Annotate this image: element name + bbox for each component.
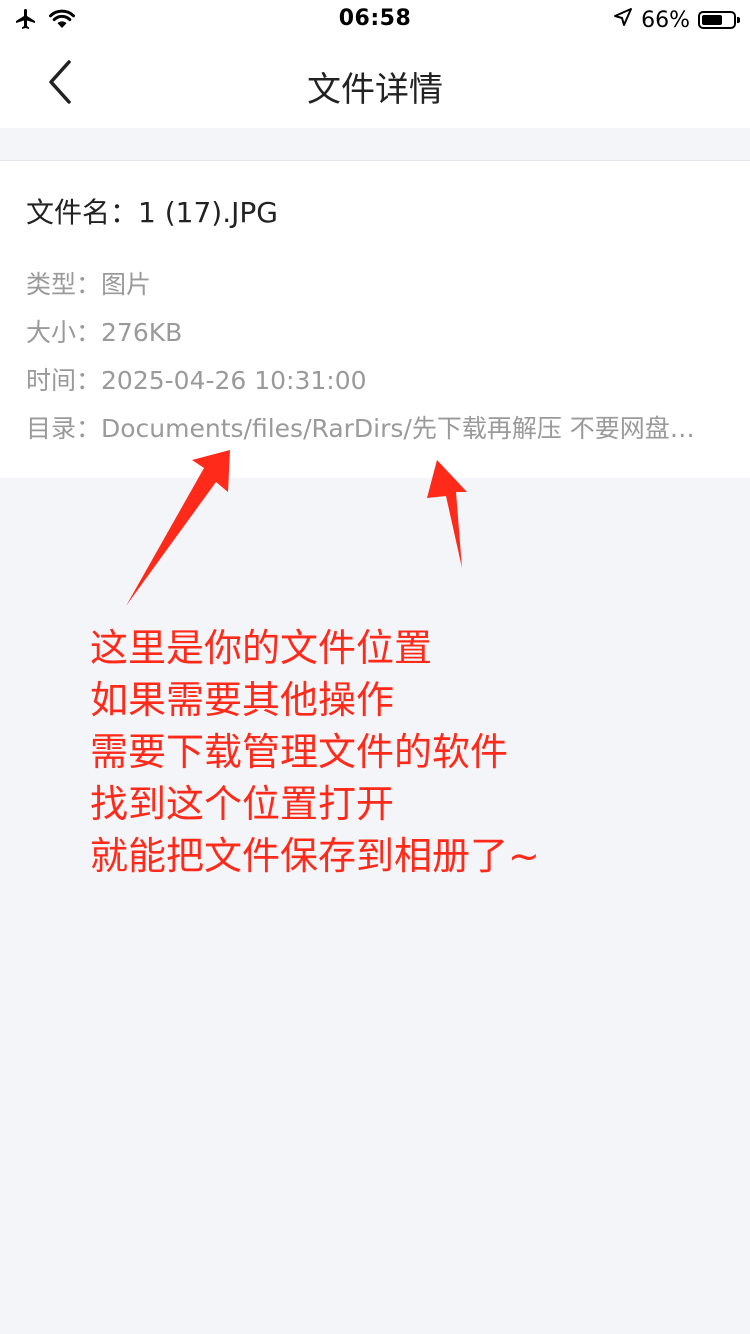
annotation-line-2: 如果需要其他操作 — [90, 678, 395, 722]
annotation-line-5: 就能把文件保存到相册了~ — [90, 834, 540, 878]
arrow-left — [126, 450, 230, 606]
annotation-line-4: 找到这个位置打开 — [90, 782, 395, 826]
annotation-text: 这里是你的文件位置 如果需要其他操作 需要下载管理文件的软件 找到这个位置打开 … — [90, 622, 540, 882]
annotation-line-1: 这里是你的文件位置 — [90, 626, 433, 670]
annotation-line-3: 需要下载管理文件的软件 — [90, 730, 509, 774]
arrow-right — [427, 460, 467, 568]
